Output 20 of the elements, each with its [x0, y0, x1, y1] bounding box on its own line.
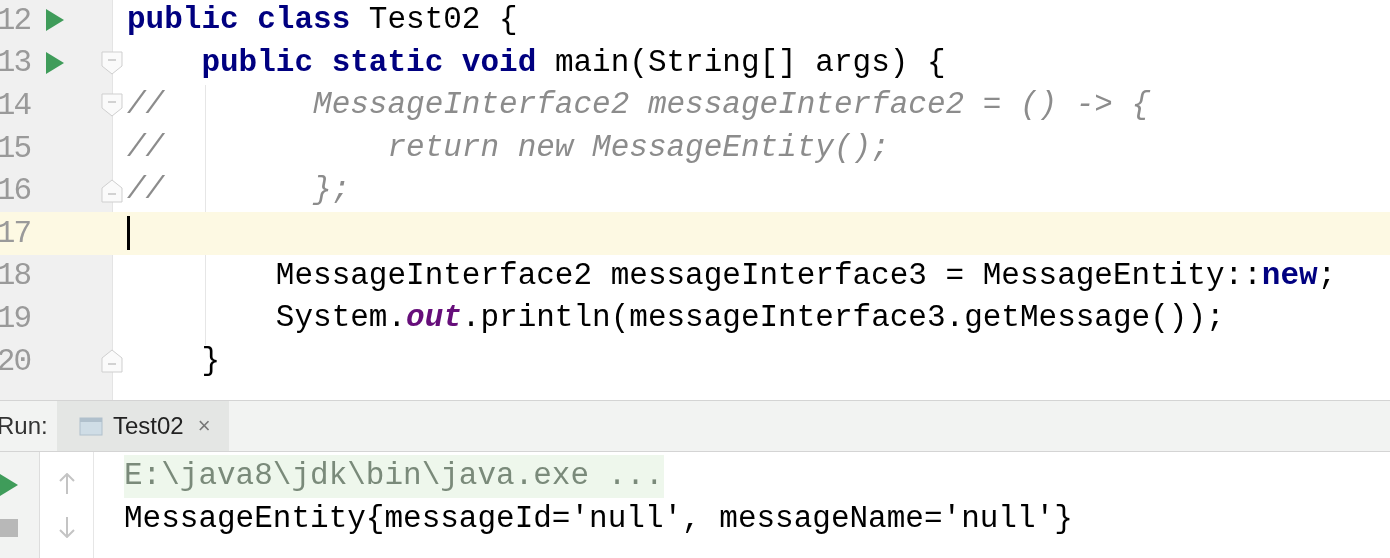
code-line: public static void main(String[] args) {	[200, 43, 946, 82]
stop-icon[interactable]	[0, 518, 18, 537]
code-line: // return new MessageEntity();	[127, 128, 890, 167]
code-line: }	[200, 341, 220, 380]
console-line: MessageEntity{messageId='null', messageName='null'}	[124, 499, 1073, 538]
run-icon[interactable]	[0, 473, 18, 496]
down-arrow-icon[interactable]	[58, 515, 75, 538]
run-icon[interactable]	[46, 9, 64, 32]
console-icon	[79, 415, 103, 437]
run-tab[interactable]: Test02 ×	[57, 401, 229, 451]
up-arrow-icon[interactable]	[58, 472, 75, 495]
fold-icon[interactable]	[101, 349, 123, 374]
fold-icon[interactable]	[101, 50, 123, 75]
run-icon[interactable]	[46, 51, 64, 74]
code-line: MessageInterface2 messageInterface3 = MessageEntity::new;	[274, 256, 1337, 295]
code-line: System.out.println(messageInterface3.getMessage());	[274, 299, 1225, 338]
code-line: // };	[127, 171, 351, 210]
fold-icon[interactable]	[101, 93, 123, 118]
code-line: public class Test02 {	[127, 1, 518, 39]
code-line: // MessageInterface2 messageInterface2 = () -> {	[127, 86, 1151, 125]
